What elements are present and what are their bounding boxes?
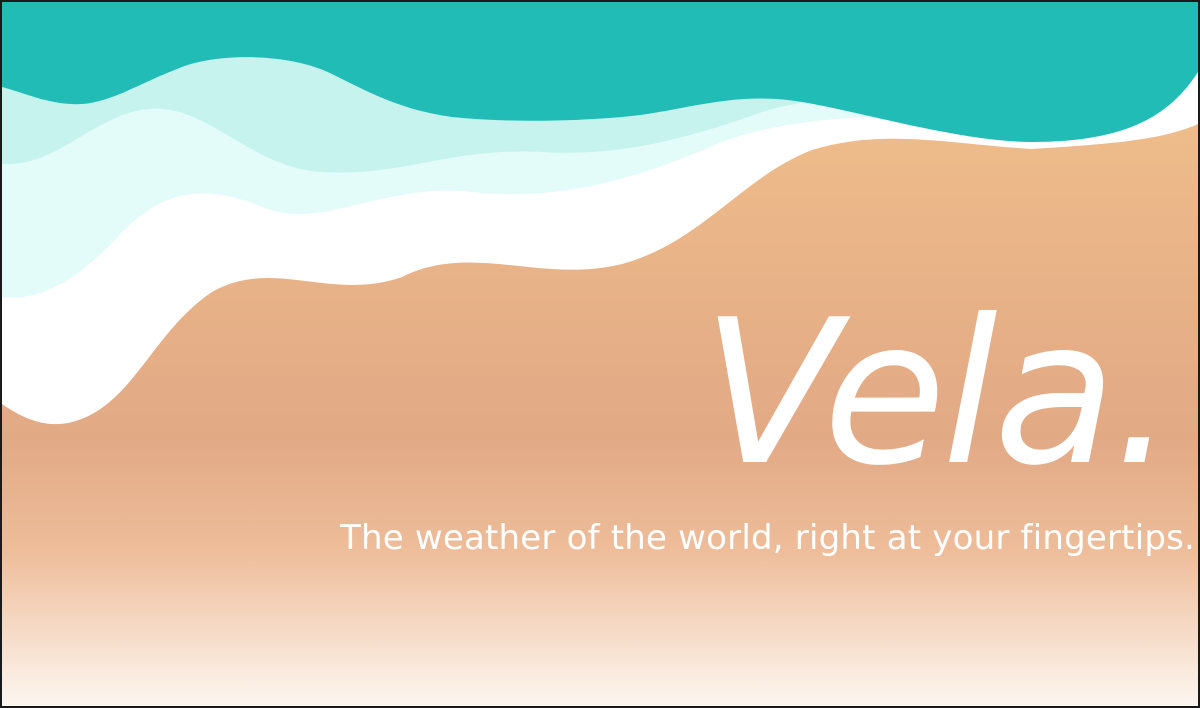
tagline: The weather of the world, right at your …	[340, 518, 1196, 558]
hero-banner: Vela. The weather of the world, right at…	[0, 0, 1200, 708]
brand-title: Vela.	[702, 277, 1176, 510]
